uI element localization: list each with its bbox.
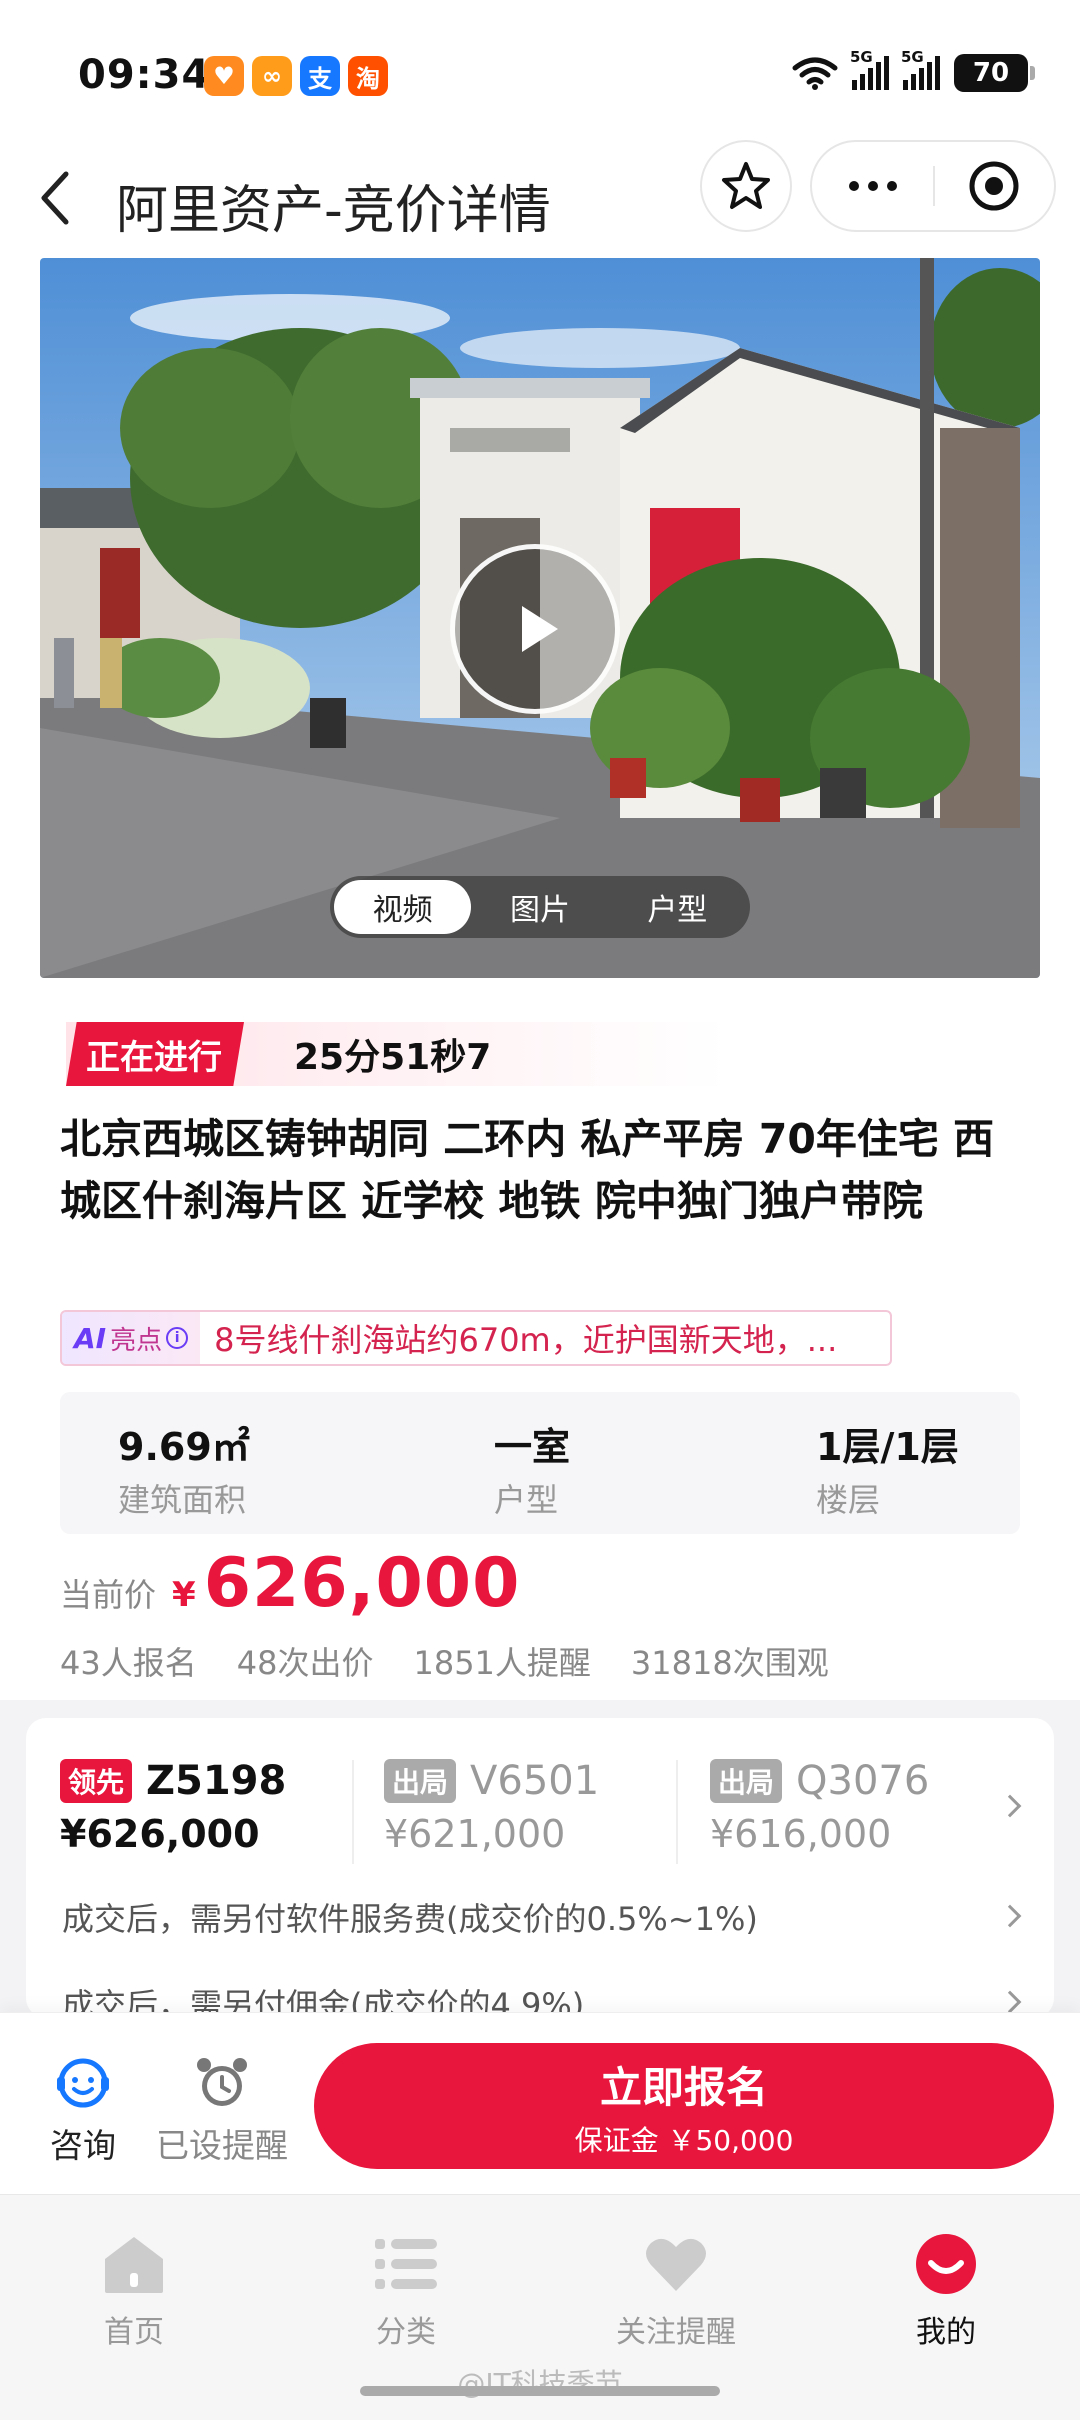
property-media[interactable]: 视频 图片 户型 <box>40 258 1040 978</box>
signal-1-icon: 5G <box>850 48 889 90</box>
clock: 09:34 <box>78 52 211 98</box>
current-price: 当前价 ¥ 626,000 <box>60 1544 521 1623</box>
nav-watchlist[interactable]: 关注提醒 <box>576 2233 776 2351</box>
watermark: @IT科技季节 <box>457 2367 623 2400</box>
customer-service-icon <box>57 2058 109 2108</box>
back-button[interactable] <box>36 158 96 238</box>
auction-info-card: 正在进行 25分51秒7 北京西城区铸钟胡同 二环内 私产平房 70年住宅 西城… <box>0 978 1080 1718</box>
nav-mine[interactable]: 我的 <box>846 2233 1046 2351</box>
notification-app-icons: ♥ ∞ 支 淘 <box>204 56 388 96</box>
spec-area: 9.69㎡ 建筑面积 <box>118 1425 250 1519</box>
link-app-icon: ∞ <box>252 56 292 96</box>
status-bar: 09:34 ♥ ∞ 支 淘 5G 5G 70 <box>0 0 1080 140</box>
status-badge: 正在进行 <box>66 1022 244 1086</box>
media-tab-switcher: 视频 图片 户型 <box>330 876 750 938</box>
auction-status-row: 正在进行 25分51秒7 <box>66 1022 726 1086</box>
home-icon <box>105 2237 163 2293</box>
spec-floor: 1层/1层 楼层 <box>816 1425 959 1519</box>
tab-floorplan[interactable]: 户型 <box>609 880 746 934</box>
current-price-value: 626,000 <box>203 1544 521 1623</box>
play-button[interactable] <box>450 544 620 714</box>
nav-category[interactable]: 分类 <box>306 2233 506 2351</box>
back-icon <box>41 171 69 225</box>
deposit-amount: 保证金 ￥50,000 <box>574 2123 794 2157</box>
tab-video[interactable]: 视频 <box>334 880 472 934</box>
chevron-right-icon <box>998 1990 1022 2014</box>
signup-button[interactable]: 立即报名 保证金 ￥50,000 <box>314 2043 1054 2169</box>
heart-icon <box>646 2238 706 2291</box>
smile-icon <box>916 2234 976 2294</box>
alarm-clock-icon <box>197 2058 247 2106</box>
stat-bids: 48次出价 <box>236 1644 374 1682</box>
signal-2-icon: 5G <box>901 48 940 90</box>
wifi-icon <box>792 57 838 90</box>
outbid-badge: 出局 <box>710 1759 783 1803</box>
close-miniapp-button[interactable] <box>935 158 1054 214</box>
play-icon <box>522 606 558 652</box>
heart-app-icon: ♥ <box>204 56 244 96</box>
spec-summary: 9.69㎡ 建筑面积 一室 户型 1层/1层 楼层 <box>60 1392 1020 1534</box>
action-bar: 咨询 已设提醒 立即报名 保证金 ￥50,000 <box>0 2012 1080 2194</box>
alipay-app-icon: 支 <box>300 56 340 96</box>
home-indicator[interactable] <box>360 2386 720 2396</box>
ai-highlight-text: 8号线什刹海站约670m，近护国新天地，... <box>214 1321 838 1359</box>
stat-views: 31818次围观 <box>630 1644 829 1682</box>
chevron-right-icon <box>998 1794 1022 1818</box>
taobao-app-icon: 淘 <box>348 56 388 96</box>
system-icons: 5G 5G 70 <box>792 48 1035 92</box>
consult-button[interactable]: 咨询 <box>50 2053 116 2167</box>
lead-badge: 领先 <box>60 1759 133 1803</box>
tab-photos[interactable]: 图片 <box>471 880 608 934</box>
list-icon <box>375 2239 437 2289</box>
more-button[interactable] <box>812 181 933 191</box>
page-title: 阿里资产-竞价详情 <box>116 181 551 241</box>
spec-layout: 一室 户型 <box>494 1425 571 1519</box>
bidder-outbid: 出局 V6501 ¥621,000 <box>384 1758 600 1856</box>
app-header: 阿里资产-竞价详情 <box>0 140 1080 258</box>
miniapp-capsule <box>810 140 1056 232</box>
auction-stats: 43人报名 48次出价 1851人提醒 31818次围观 <box>60 1638 829 1684</box>
chevron-right-icon <box>998 1904 1022 1928</box>
star-icon <box>722 162 770 209</box>
fee-row-service[interactable]: 成交后，需另付软件服务费(成交价的0.5%~1%) <box>62 1894 758 1940</box>
nav-home[interactable]: 首页 <box>34 2233 234 2351</box>
target-icon <box>969 161 1019 211</box>
bidder-leading: 领先 Z5198 ¥626,000 <box>60 1758 287 1856</box>
countdown-timer: 25分51秒7 <box>294 1037 492 1078</box>
battery-icon: 70 <box>954 54 1035 92</box>
reminder-button[interactable]: 已设提醒 <box>156 2053 288 2167</box>
bidder-outbid: 出局 Q3076 ¥616,000 <box>710 1758 930 1856</box>
info-icon: i <box>166 1327 189 1349</box>
favorite-button[interactable] <box>700 140 792 232</box>
more-icon <box>848 181 859 191</box>
outbid-badge: 出局 <box>384 1759 457 1803</box>
lot-title: 北京西城区铸钟胡同 二环内 私产平房 70年住宅 西城区什刹海片区 近学校 地铁… <box>60 1115 995 1225</box>
ai-highlight-bar[interactable]: AI 亮点 i 8号线什刹海站约670m，近护国新天地，... <box>60 1310 892 1366</box>
ai-badge: AI 亮点 i <box>62 1312 201 1364</box>
stat-reminders: 1851人提醒 <box>413 1644 591 1682</box>
stat-registrants: 43人报名 <box>60 1644 197 1682</box>
bid-records-card[interactable]: 领先 Z5198 ¥626,000 出局 V6501 ¥621,000 出局 Q… <box>26 1718 1054 2018</box>
